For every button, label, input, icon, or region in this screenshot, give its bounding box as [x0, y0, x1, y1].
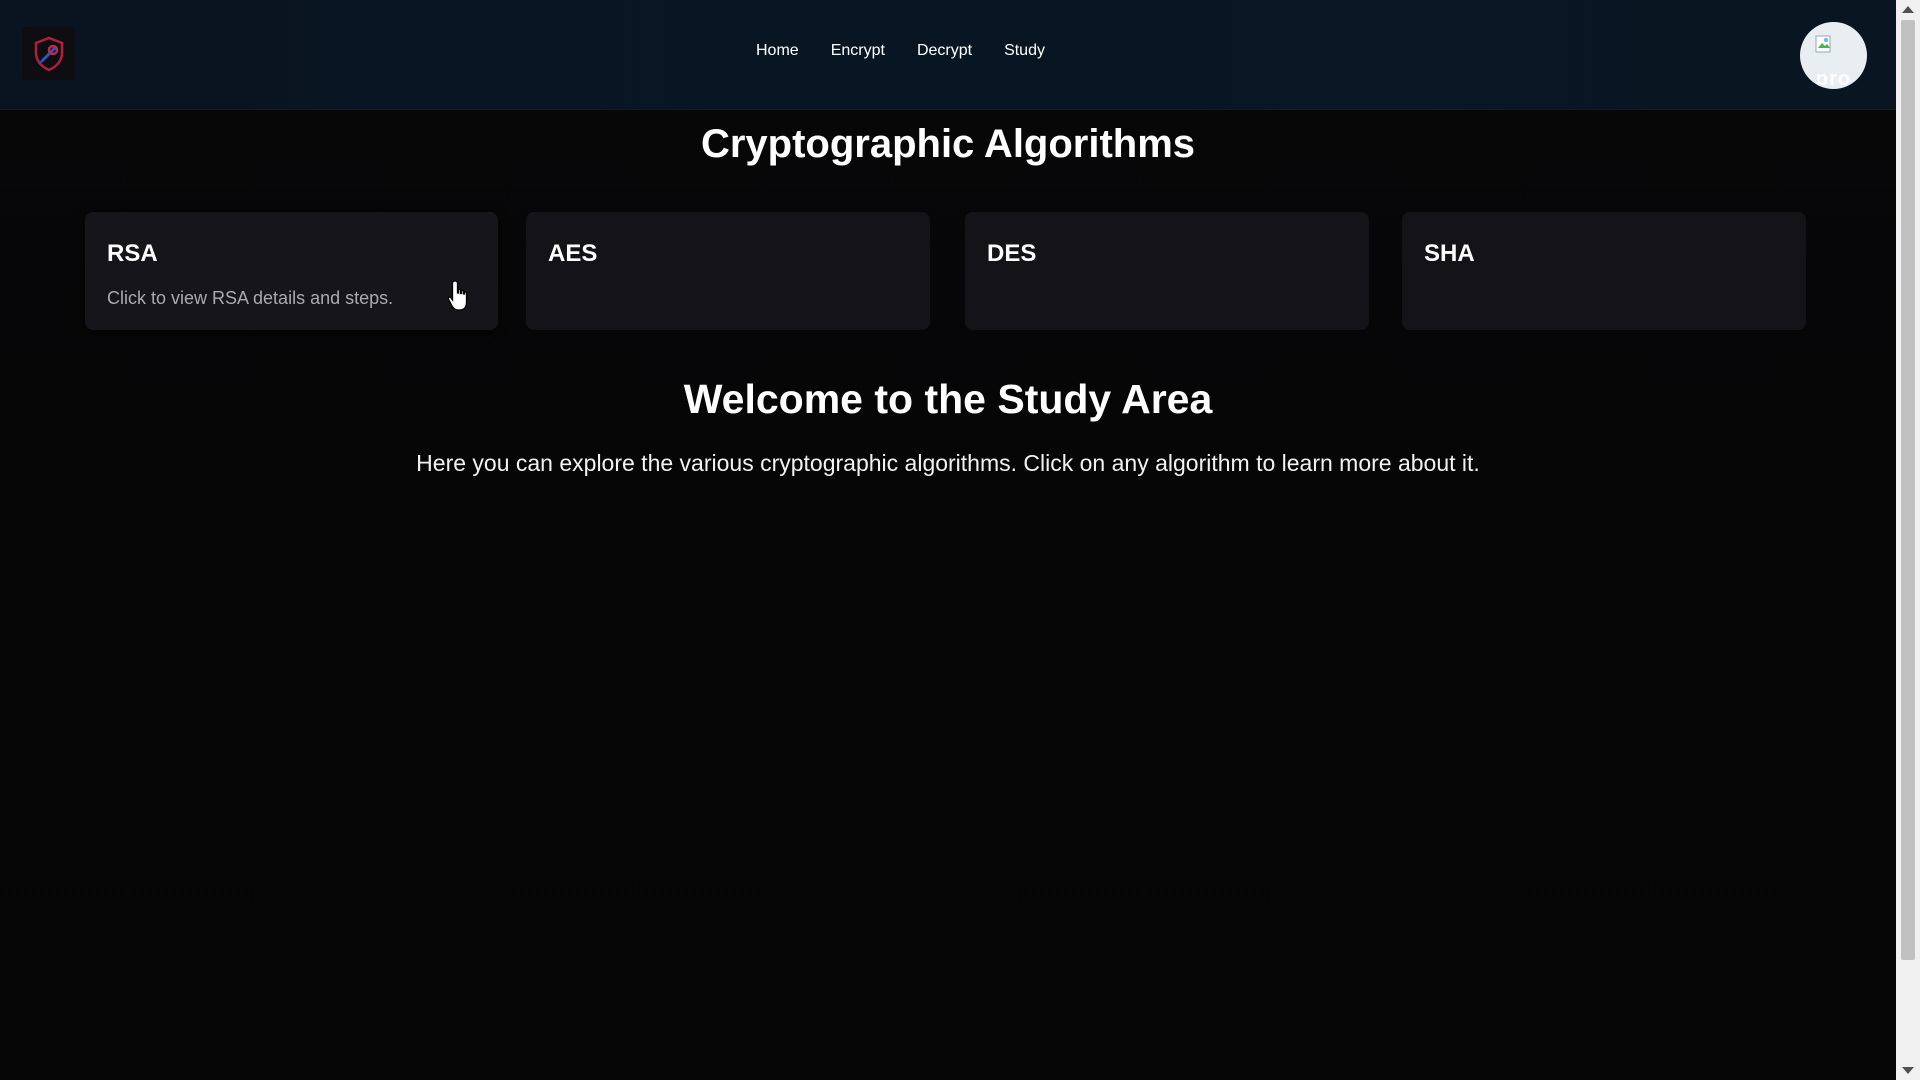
page-title: Cryptographic Algorithms: [700, 122, 1196, 166]
welcome-description: Here you can explore the various cryptog…: [416, 450, 1480, 476]
logo[interactable]: [22, 27, 75, 80]
vertical-scrollbar[interactable]: [1896, 0, 1920, 1080]
broken-image-icon: [1815, 35, 1831, 53]
hand-pointer-cursor-icon: [447, 280, 468, 311]
page: Home Encrypt Decrypt Study pro Cryptogra…: [0, 0, 1896, 1080]
welcome-heading: Welcome to the Study Area: [683, 376, 1213, 422]
card-description: Click to view RSA details and steps.: [107, 288, 394, 308]
scroll-down-arrow-icon[interactable]: [1902, 1067, 1914, 1074]
card-title: AES: [548, 240, 598, 267]
algorithm-card-aes[interactable]: AES: [526, 212, 930, 330]
avatar-alt-text: pro: [1815, 68, 1852, 89]
nav-decrypt-link[interactable]: Decrypt: [917, 42, 972, 60]
nav-menu: Home Encrypt Decrypt Study: [756, 42, 1045, 60]
card-title: DES: [987, 240, 1037, 267]
shield-lock-icon: [34, 36, 63, 71]
nav-study-link[interactable]: Study: [1004, 42, 1045, 60]
scroll-up-arrow-icon[interactable]: [1902, 6, 1914, 13]
nav-encrypt-link[interactable]: Encrypt: [831, 42, 885, 60]
algorithm-card-des[interactable]: DES: [965, 212, 1369, 330]
top-navbar: Home Encrypt Decrypt Study pro: [0, 0, 1896, 110]
scrollbar-thumb[interactable]: [1901, 20, 1915, 960]
algorithm-card-rsa[interactable]: RSA Click to view RSA details and steps.: [85, 212, 498, 330]
card-title: RSA: [107, 240, 158, 267]
algorithm-card-sha[interactable]: SHA: [1402, 212, 1806, 330]
nav-home-link[interactable]: Home: [756, 42, 799, 60]
profile-avatar[interactable]: pro: [1800, 22, 1867, 89]
algorithm-cards: RSA Click to view RSA details and steps.…: [85, 212, 1807, 332]
card-title: SHA: [1424, 240, 1475, 267]
